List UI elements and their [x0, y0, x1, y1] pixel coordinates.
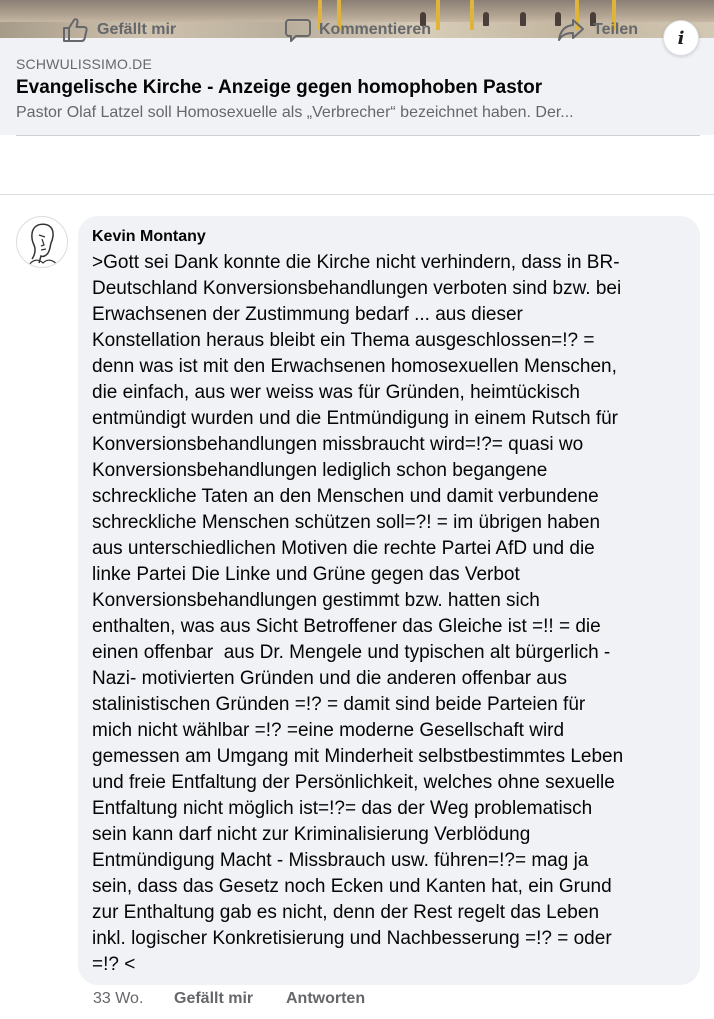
share-icon — [558, 19, 584, 41]
comment-line: und freie Entfaltung der Persönlichkeit,… — [92, 772, 615, 793]
comment-icon — [285, 19, 311, 42]
image-figure — [483, 12, 489, 26]
image-post — [436, 0, 440, 30]
comment-line: entmündigt wurden und die Entmündigung i… — [92, 408, 618, 429]
comment-line: Konversionsbehandlungen lediglich schon … — [92, 460, 548, 481]
comment-like-button[interactable]: Gefällt mir — [174, 990, 253, 1008]
comment-line: =!? < — [92, 954, 136, 975]
comment-line: zur Enthaltung gab es nicht, denn der Re… — [92, 902, 600, 923]
comment-line: Deutschland Konversionsbehandlungen verb… — [92, 278, 622, 299]
link-domain: SCHWULISSIMO.DE — [16, 56, 153, 72]
comment-line: linke Partei Die Linke und Grüne gegen d… — [92, 564, 520, 585]
comment-line: >Gott sei Dank konnte die Kirche nicht v… — [92, 252, 620, 273]
info-icon[interactable]: i — [663, 20, 699, 56]
comment-line: Entmündigung Macht - Missbrauch usw. füh… — [92, 850, 589, 871]
comment-line: Erwachsenen der Zustimmung bedarf ... au… — [92, 304, 523, 325]
link-description: Pastor Olaf Latzel soll Homosexuelle als… — [16, 104, 574, 121]
link-title: Evangelische Kirche - Anzeige gegen homo… — [16, 77, 543, 98]
share-label: Teilen — [593, 21, 639, 38]
comment-author[interactable]: Kevin Montany — [92, 226, 686, 247]
comment-line: Entfaltung nicht möglich ist=!?= das der… — [92, 798, 593, 819]
comment-button[interactable]: Kommentieren — [285, 17, 431, 43]
comment-line: Konversionsbehandlungen missbraucht wird… — [92, 434, 584, 455]
link-preview-card[interactable]: SCHWULISSIMO.DE Evangelische Kirche - An… — [0, 38, 714, 135]
section-divider — [0, 194, 714, 195]
comment-line: stalinistischen Gründen =!? = damit sind… — [92, 694, 586, 715]
divider — [16, 135, 700, 136]
like-label: Gefällt mir — [97, 21, 177, 38]
comment-line: Konstellation heraus bleibt ein Thema au… — [92, 330, 595, 351]
comment-reply-button[interactable]: Antworten — [286, 990, 365, 1008]
comment-line: inkl. logischer Konkretisierung und Nach… — [92, 928, 612, 949]
comment-line: enthalten, was aus Sicht Betroffener das… — [92, 616, 601, 637]
comment-line: schreckliche Menschen schützen soll=?! =… — [92, 512, 601, 533]
comment-line: sein kann darf nicht zur Kriminalisierun… — [92, 824, 531, 845]
like-button[interactable]: Gefällt mir — [62, 17, 176, 43]
thumbs-up-icon — [63, 18, 88, 42]
comment-line: schreckliche Taten an den Menschen und d… — [92, 486, 599, 507]
comment-line: sein, dass das Gesetz noch Ecken und Kan… — [92, 876, 612, 897]
comment-time[interactable]: 33 Wo. — [93, 990, 143, 1008]
comment-line: Konversionsbehandlungen gestimmt bzw. ha… — [92, 590, 540, 611]
comment-line: einen offenbar aus Dr. Mengele und typis… — [92, 642, 611, 663]
profile-sketch-icon — [28, 223, 58, 266]
share-button[interactable]: Teilen — [557, 17, 638, 43]
comment-line: mich nicht wählbar =!? =eine moderne Ges… — [92, 720, 565, 741]
comment-label: Kommentieren — [319, 21, 432, 38]
image-post — [470, 0, 474, 30]
comment-line: die einfach, aus wer weiss was für Gründ… — [92, 382, 580, 403]
avatar[interactable] — [16, 216, 68, 268]
comment-line: gemessen am Umgang mit Minderheit selbst… — [92, 746, 624, 767]
comment-text: >Gott sei Dank konnte die Kirche nicht v… — [92, 250, 686, 978]
comment-bubble: Kevin Montany >Gott sei Dank konnte die … — [78, 216, 700, 985]
comment-line: aus unterschiedlichen Motiven die rechte… — [92, 538, 595, 559]
comment-line: denn was ist mit den Erwachsenen homosex… — [92, 356, 617, 377]
image-figure — [520, 12, 526, 26]
comment-line: Nazi- motivierten Gründen und die andere… — [92, 668, 567, 689]
